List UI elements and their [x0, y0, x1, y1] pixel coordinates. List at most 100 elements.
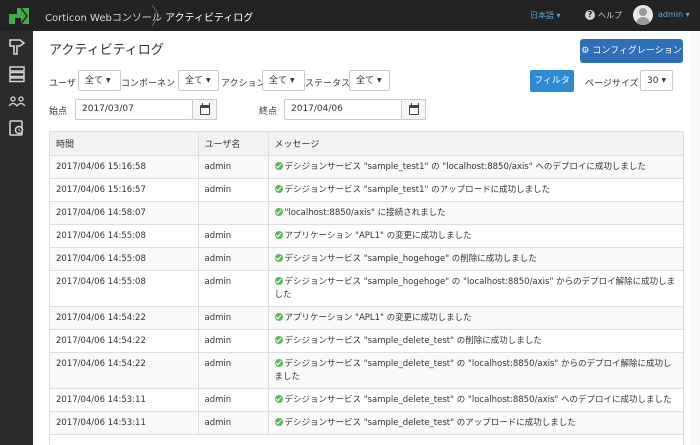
message-text: デシジョンサービス "sample_test1" の "localhost:88… — [284, 161, 646, 172]
cell-user — [198, 201, 269, 225]
activity-log-icon[interactable] — [8, 119, 26, 137]
scrollbar[interactable] — [690, 31, 700, 445]
language-dropdown[interactable]: 日本語 ▾ — [530, 10, 561, 21]
success-check-icon — [274, 312, 283, 321]
start-date-input[interactable]: 2017/03/07 — [75, 99, 193, 120]
message-text: デシジョンサービス "sample_delete_test" のアップロードに成… — [284, 417, 576, 428]
table-row: 2017/04/06 14:55:08 admin デシジョンサービス "sampl… — [50, 247, 683, 271]
cell-message: デシジョンサービス "sample_delete_test" の "localh… — [268, 388, 683, 412]
user-filter-select[interactable]: 全て ▼ — [78, 70, 121, 91]
help-icon[interactable]: ? — [585, 10, 595, 20]
avatar-head — [639, 8, 647, 16]
tools-icon[interactable] — [8, 38, 26, 56]
success-check-icon — [274, 335, 283, 344]
chevron-down-icon: ▼ — [661, 77, 667, 84]
cell-user: admin — [198, 329, 269, 353]
component-filter-label: コンポーネント — [121, 79, 185, 89]
component-filter-select[interactable]: 全て ▼ — [178, 70, 219, 91]
table-body: 2017/04/06 15:16:58 admin デシジョンサービス "sampl… — [50, 155, 683, 435]
avatar-body — [636, 17, 650, 25]
breadcrumb-current: アクティビティログ — [165, 13, 254, 24]
users-icon[interactable] — [8, 92, 26, 110]
table-row: 2017/04/06 14:58:07 "localhost:8850/axis"… — [50, 201, 683, 225]
status-filter-value: 全て — [356, 76, 375, 86]
end-date-input[interactable]: 2017/04/06 — [284, 99, 402, 120]
corticon-logo-icon[interactable] — [7, 4, 31, 27]
message-text: デシジョンサービス "sample_delete_test" の削除に成功しまし… — [284, 335, 542, 346]
cell-time: 2017/04/06 14:54:22 — [50, 306, 199, 330]
configuration-button[interactable]: ⚙ コンフィグレーション — [580, 39, 683, 63]
table-row: 2017/04/06 14:55:08 admin アプリケーション "APL1" … — [50, 224, 683, 248]
message-text: デシジョンサービス "sample_test1" のアップロードに成功しました — [284, 184, 551, 195]
status-filter-select[interactable]: 全て ▼ — [349, 70, 390, 91]
app-brand-link[interactable]: Corticon Webコンソール — [45, 9, 162, 24]
cell-time: 2017/04/06 15:16:58 — [50, 155, 199, 179]
cell-message: アプリケーション "APL1" の変更に成功しました — [268, 306, 683, 330]
sidebar — [0, 31, 33, 445]
message-text: デシジョンサービス "sample_delete_test" の "localh… — [284, 394, 672, 405]
message-text: アプリケーション "APL1" の変更に成功しました — [284, 312, 472, 323]
page-title: アクティビティログ — [49, 43, 164, 58]
message-text: デシジョンサービス "sample_delete_test" の "localh… — [274, 358, 672, 382]
cell-user: admin — [198, 224, 269, 248]
cell-message: デシジョンサービス "sample_delete_test" の削除に成功しまし… — [268, 329, 683, 353]
table-row: 2017/04/06 14:54:22 admin デシジョンサービス "sampl… — [50, 329, 683, 353]
cell-message: デシジョンサービス "sample_test1" の "localhost:88… — [268, 155, 683, 179]
success-check-icon — [274, 358, 283, 367]
start-date-calendar-button[interactable] — [193, 99, 217, 120]
calendar-icon — [200, 103, 210, 115]
breadcrumb-separator-icon — [151, 4, 160, 27]
cell-message: "localhost:8850/axis" に接続されました — [268, 201, 683, 225]
cell-time: 2017/04/06 14:54:22 — [50, 352, 199, 389]
configuration-button-label: コンフィグレーション — [592, 46, 682, 56]
cell-time: 2017/04/06 14:55:08 — [50, 224, 199, 248]
help-link[interactable]: ヘルプ — [598, 10, 622, 21]
server-icon[interactable] — [8, 65, 26, 83]
success-check-icon — [274, 417, 283, 426]
user-menu-dropdown[interactable]: admin ▾ — [658, 10, 690, 19]
action-filter-label: アクション — [221, 79, 266, 89]
message-text: アプリケーション "APL1" の変更に成功しました — [284, 230, 472, 241]
column-header-user[interactable]: ユーザ名 — [198, 132, 269, 156]
component-filter-value: 全て — [185, 76, 204, 86]
gear-icon: ⚙ — [581, 46, 590, 56]
column-header-time[interactable]: 時間 — [50, 132, 199, 156]
cell-user: admin — [198, 270, 269, 307]
table-row: 2017/04/06 15:16:58 admin デシジョンサービス "sampl… — [50, 155, 683, 179]
cell-message: デシジョンサービス "sample_hogehoge" の "localhost… — [268, 270, 683, 307]
cell-message: デシジョンサービス "sample_delete_test" のアップロードに成… — [268, 411, 683, 435]
cell-message: デシジョンサービス "sample_test1" のアップロードに成功しました — [268, 178, 683, 202]
table-row: 2017/04/06 14:54:22 admin アプリケーション "APL1" … — [50, 306, 683, 330]
cell-user: admin — [198, 306, 269, 330]
user-filter-value: 全て — [85, 76, 104, 86]
calendar-icon — [409, 103, 419, 115]
page-size-value: 30 — [647, 76, 659, 86]
avatar[interactable] — [633, 5, 653, 25]
main-content: アクティビティログ ⚙ コンフィグレーション ユーザ 全て ▼ コンポーネント 全て… — [33, 31, 700, 445]
table-row: 2017/04/06 14:53:11 admin デシジョンサービス "sampl… — [50, 388, 683, 412]
action-filter-select[interactable]: 全て ▼ — [262, 70, 305, 91]
cell-user: admin — [198, 352, 269, 389]
user-filter-label: ユーザ — [49, 79, 76, 89]
cell-time: 2017/04/06 14:54:22 — [50, 329, 199, 353]
cell-user: admin — [198, 388, 269, 412]
cell-time: 2017/04/06 14:55:08 — [50, 247, 199, 271]
cell-time: 2017/04/06 14:55:08 — [50, 270, 199, 307]
table-row: 2017/04/06 15:16:57 admin デシジョンサービス "sampl… — [50, 178, 683, 202]
action-filter-value: 全て — [269, 76, 288, 86]
start-date-label: 始点 — [49, 107, 68, 117]
top-bar: Corticon Webコンソール アクティビティログ 日本語 ▾ ? ヘルプ … — [0, 0, 700, 31]
status-filter-label: ステータス — [305, 79, 351, 89]
page-size-select[interactable]: 30 ▼ — [640, 70, 673, 91]
chevron-down-icon: ▼ — [377, 77, 382, 84]
filter-button[interactable]: フィルタ — [530, 70, 574, 92]
message-text: "localhost:8850/axis" に接続されました — [284, 207, 446, 218]
column-header-message[interactable]: メッセージ — [268, 132, 683, 156]
cell-message: アプリケーション "APL1" の変更に成功しました — [268, 224, 683, 248]
cell-user: admin — [198, 411, 269, 435]
end-date-label: 終点 — [259, 107, 278, 117]
cell-message: デシジョンサービス "sample_hogehoge" の削除に成功しました — [268, 247, 683, 271]
success-check-icon — [274, 394, 283, 403]
end-date-calendar-button[interactable] — [402, 99, 426, 120]
chevron-down-icon: ▼ — [106, 77, 111, 84]
